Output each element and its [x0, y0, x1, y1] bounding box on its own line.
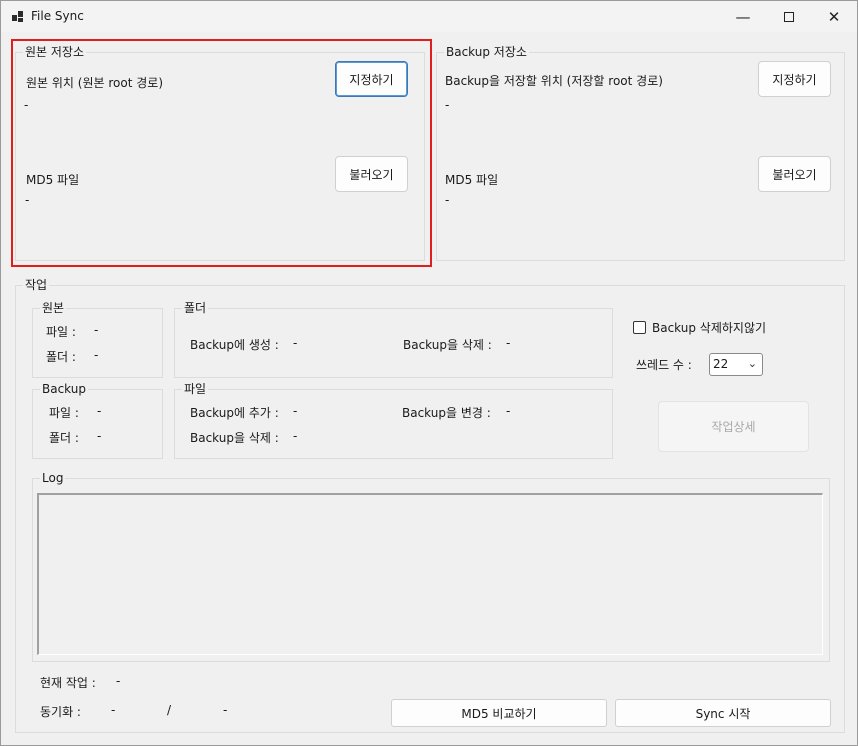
- source-file-label: 파일 :: [46, 325, 76, 339]
- source-set-button[interactable]: 지정하기: [335, 61, 408, 97]
- app-icon: [12, 11, 23, 22]
- minimize-button[interactable]: —: [720, 1, 766, 32]
- source-md5-value: -: [25, 193, 30, 207]
- source-folder-label: 폴더 :: [46, 350, 76, 364]
- md5-compare-button[interactable]: MD5 비교하기: [391, 699, 607, 727]
- folder-delete-value: -: [506, 336, 511, 350]
- backup-md5-value: -: [445, 193, 450, 207]
- log-title: Log: [40, 470, 66, 486]
- backup-storage-title: Backup 저장소: [444, 44, 529, 60]
- backup-file-value: -: [97, 404, 102, 418]
- backup-stats-title: Backup: [40, 381, 88, 397]
- backup-md5-label: MD5 파일: [445, 173, 499, 187]
- source-stats-title: 원본: [40, 300, 67, 316]
- source-location-label: 원본 위치 (원본 root 경로): [26, 76, 164, 90]
- task-title: 작업: [23, 277, 50, 293]
- threads-label: 쓰레드 수 :: [636, 358, 692, 372]
- maximize-icon: [784, 11, 794, 22]
- file-add-label: Backup에 추가 :: [190, 406, 279, 420]
- folder-delete-label: Backup을 삭제 :: [403, 338, 492, 352]
- sync-separator: /: [167, 703, 172, 717]
- folder-ops-title: 폴더: [182, 300, 209, 316]
- maximize-button[interactable]: [766, 1, 812, 32]
- file-delete-value: -: [293, 429, 298, 443]
- file-add-value: -: [293, 404, 298, 418]
- title-bar: File Sync — ✕: [1, 1, 857, 32]
- no-delete-checkbox-label[interactable]: Backup 삭제하지않기: [652, 319, 766, 336]
- minimize-icon: —: [735, 7, 751, 26]
- sync-start-button[interactable]: Sync 시작: [615, 699, 831, 727]
- backup-folder-value: -: [97, 429, 102, 443]
- sync-label: 동기화 :: [40, 705, 81, 719]
- no-delete-checkbox[interactable]: [633, 321, 646, 334]
- backup-folder-label: 폴더 :: [49, 431, 79, 445]
- close-icon: ✕: [827, 7, 841, 26]
- source-load-button[interactable]: 불러오기: [335, 156, 408, 192]
- file-ops-title: 파일: [182, 381, 209, 397]
- file-change-value: -: [506, 404, 511, 418]
- log-textarea[interactable]: [37, 493, 823, 655]
- backup-file-label: 파일 :: [49, 406, 79, 420]
- file-ops-group: 파일: [174, 381, 613, 459]
- source-md5-label: MD5 파일: [26, 173, 80, 187]
- backup-set-button[interactable]: 지정하기: [758, 61, 831, 97]
- source-stats-group: 원본: [32, 300, 163, 378]
- backup-location-label: Backup을 저장할 위치 (저장할 root 경로): [445, 74, 663, 88]
- source-location-value: -: [24, 98, 29, 112]
- threads-value: 22: [713, 357, 729, 371]
- threads-select[interactable]: 22 ⌄: [709, 353, 763, 376]
- backup-load-button[interactable]: 불러오기: [758, 156, 831, 192]
- chevron-down-icon: ⌄: [747, 357, 757, 370]
- backup-stats-group: Backup: [32, 381, 163, 459]
- current-task-value: -: [116, 674, 121, 688]
- sync-done-value: -: [111, 703, 116, 717]
- source-storage-title: 원본 저장소: [23, 44, 87, 60]
- backup-location-value: -: [445, 98, 450, 112]
- file-change-label: Backup을 변경 :: [402, 406, 491, 420]
- file-delete-label: Backup을 삭제 :: [190, 431, 279, 445]
- source-file-value: -: [94, 323, 99, 337]
- current-task-label: 현재 작업 :: [40, 676, 96, 690]
- task-detail-button[interactable]: 작업상세: [658, 401, 809, 452]
- window-title: File Sync: [31, 9, 84, 23]
- folder-create-value: -: [293, 336, 298, 350]
- source-folder-value: -: [94, 348, 99, 362]
- sync-total-value: -: [223, 703, 228, 717]
- close-button[interactable]: ✕: [811, 1, 857, 32]
- app-window: File Sync — ✕ 원본 저장소 원본 위치 (원본 root 경로) …: [0, 0, 858, 746]
- folder-create-label: Backup에 생성 :: [190, 338, 279, 352]
